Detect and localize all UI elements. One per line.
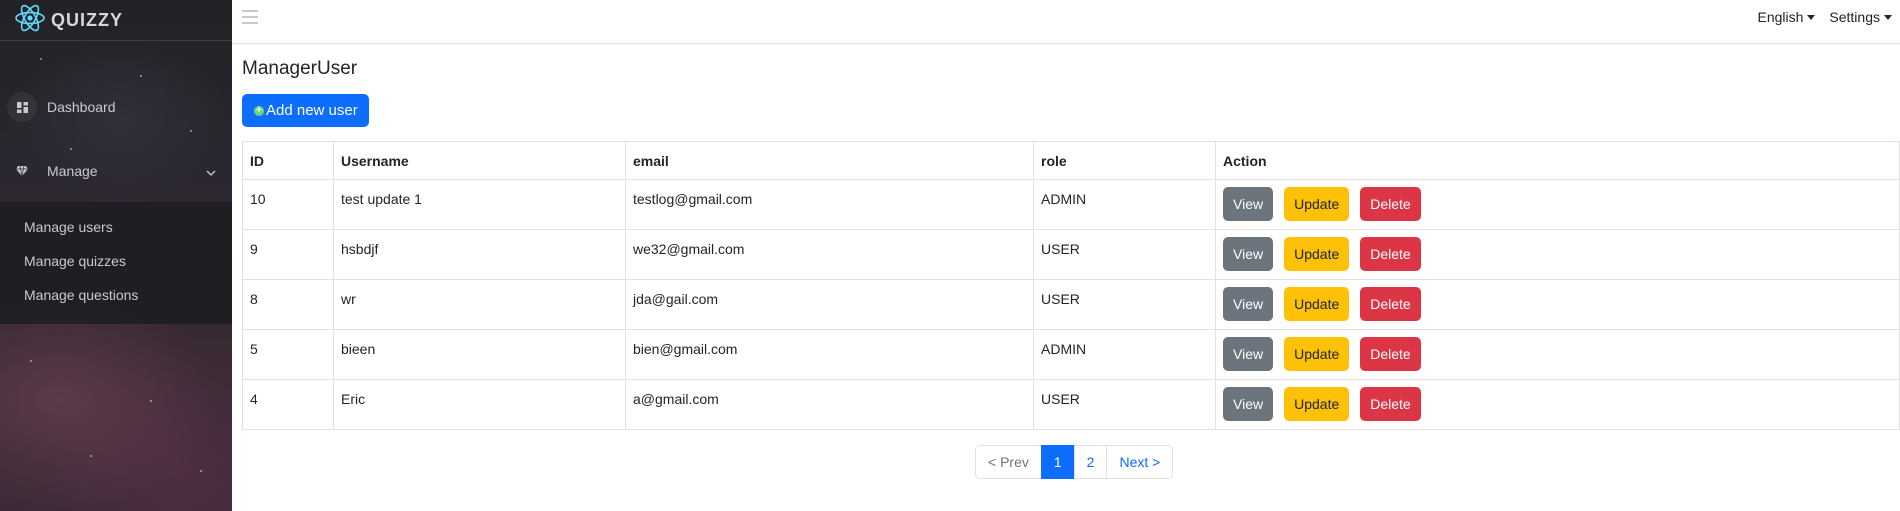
update-button[interactable]: Update (1284, 187, 1350, 221)
cell-id: 10 (242, 179, 334, 230)
column-header-email: email (625, 141, 1034, 180)
pagination-prev[interactable]: < Prev (975, 445, 1042, 479)
cell-id: 8 (242, 279, 334, 330)
update-button[interactable]: Update (1284, 287, 1350, 321)
cell-actions: View Update Delete (1215, 329, 1900, 380)
gem-icon (7, 156, 37, 186)
sidebar-star (200, 470, 202, 472)
manage-submenu: Manage users Manage quizzes Manage quest… (0, 202, 232, 324)
cell-email: we32@gmail.com (625, 229, 1034, 280)
sidebar-star (190, 130, 192, 132)
cell-email: bien@gmail.com (625, 329, 1034, 380)
cell-email: jda@gail.com (625, 279, 1034, 330)
update-button[interactable]: Update (1284, 387, 1350, 421)
sidebar-star (30, 360, 32, 362)
view-button[interactable]: View (1223, 337, 1274, 371)
view-button[interactable]: View (1223, 187, 1274, 221)
caret-down-icon (1807, 15, 1816, 20)
topbar: English Settings (232, 0, 1900, 44)
add-user-label: Add new user (266, 102, 358, 119)
sidebar-star (70, 148, 72, 150)
brand[interactable]: QUIZZY (0, 0, 232, 41)
update-button[interactable]: Update (1284, 237, 1350, 271)
sidebar-item-dashboard[interactable]: Dashboard (0, 92, 232, 122)
cell-id: 4 (242, 379, 334, 430)
cell-email: a@gmail.com (625, 379, 1034, 430)
chevron-down-icon[interactable] (206, 165, 216, 179)
view-button[interactable]: View (1223, 387, 1274, 421)
sidebar-star (140, 75, 142, 77)
sidebar-item-label: Dashboard (47, 99, 116, 115)
brand-name: QUIZZY (51, 9, 123, 30)
sidebar-item-manage[interactable]: Manage (0, 156, 232, 186)
cell-role: USER (1033, 379, 1216, 430)
add-user-button[interactable]: + Add new user (242, 94, 369, 127)
hamburger-menu-icon[interactable] (242, 10, 258, 24)
delete-button[interactable]: Delete (1360, 287, 1421, 321)
cell-actions: View Update Delete (1215, 279, 1900, 330)
cell-role: USER (1033, 229, 1216, 280)
pagination-page-2[interactable]: 2 (1073, 445, 1108, 479)
caret-down-icon (1884, 15, 1892, 20)
cell-username: wr (333, 279, 626, 330)
column-header-role: role (1033, 141, 1216, 180)
table-row: 9 hsbdjf we32@gmail.com USER View Update D… (242, 229, 1900, 280)
view-button[interactable]: View (1223, 287, 1274, 321)
cell-role: USER (1033, 279, 1216, 330)
table-row: 5 bieen bien@gmail.com ADMIN View Update D… (242, 329, 1900, 380)
language-dropdown[interactable]: English (1757, 9, 1816, 25)
column-header-id: ID (242, 141, 334, 180)
settings-label: Settings (1829, 9, 1880, 25)
sidebar-item-manage-questions[interactable]: Manage questions (24, 287, 138, 303)
cell-id: 9 (242, 229, 334, 280)
pagination-page-1[interactable]: 1 (1040, 445, 1075, 479)
cell-actions: View Update Delete (1215, 379, 1900, 430)
sidebar-star (150, 400, 152, 402)
dashboard-icon (7, 92, 37, 122)
sidebar-star (90, 455, 92, 457)
table-row: 8 wr jda@gail.com USER View Update Delete (242, 279, 1900, 330)
table-row: 10 test update 1 testlog@gmail.com ADMIN… (242, 179, 1900, 230)
sidebar-item-manage-users[interactable]: Manage users (24, 219, 113, 235)
cell-username: test update 1 (333, 179, 626, 230)
delete-button[interactable]: Delete (1360, 337, 1421, 371)
column-header-action: Action (1215, 141, 1900, 180)
sidebar-item-manage-quizzes[interactable]: Manage quizzes (24, 253, 126, 269)
cell-role: ADMIN (1033, 179, 1216, 230)
table-header-row: ID Username email role Action (242, 141, 1900, 180)
cell-id: 5 (242, 329, 334, 380)
pagination: < Prev 1 2 Next > (975, 445, 1174, 479)
view-button[interactable]: View (1223, 237, 1274, 271)
cell-username: hsbdjf (333, 229, 626, 280)
delete-button[interactable]: Delete (1360, 387, 1421, 421)
cell-username: bieen (333, 329, 626, 380)
column-header-username: Username (333, 141, 626, 180)
settings-dropdown[interactable]: Settings (1829, 9, 1892, 25)
cell-email: testlog@gmail.com (625, 179, 1034, 230)
delete-button[interactable]: Delete (1360, 237, 1421, 271)
plus-circle-icon: + (254, 105, 264, 116)
page-title: ManagerUser (242, 58, 358, 79)
delete-button[interactable]: Delete (1360, 187, 1421, 221)
sidebar-star (40, 58, 42, 60)
language-label: English (1757, 9, 1804, 25)
users-table: ID Username email role Action 10 test up… (242, 141, 1900, 430)
sidebar-item-label: Manage (47, 163, 98, 179)
update-button[interactable]: Update (1284, 337, 1350, 371)
pagination-next[interactable]: Next > (1106, 445, 1174, 479)
cell-role: ADMIN (1033, 329, 1216, 380)
cell-actions: View Update Delete (1215, 229, 1900, 280)
table-row: 4 Eric a@gmail.com USER View Update Delete (242, 379, 1900, 430)
cell-actions: View Update Delete (1215, 179, 1900, 230)
sidebar: QUIZZY Dashboard Manage Manage users Man… (0, 0, 232, 511)
react-atom-icon (14, 2, 46, 38)
cell-username: Eric (333, 379, 626, 430)
